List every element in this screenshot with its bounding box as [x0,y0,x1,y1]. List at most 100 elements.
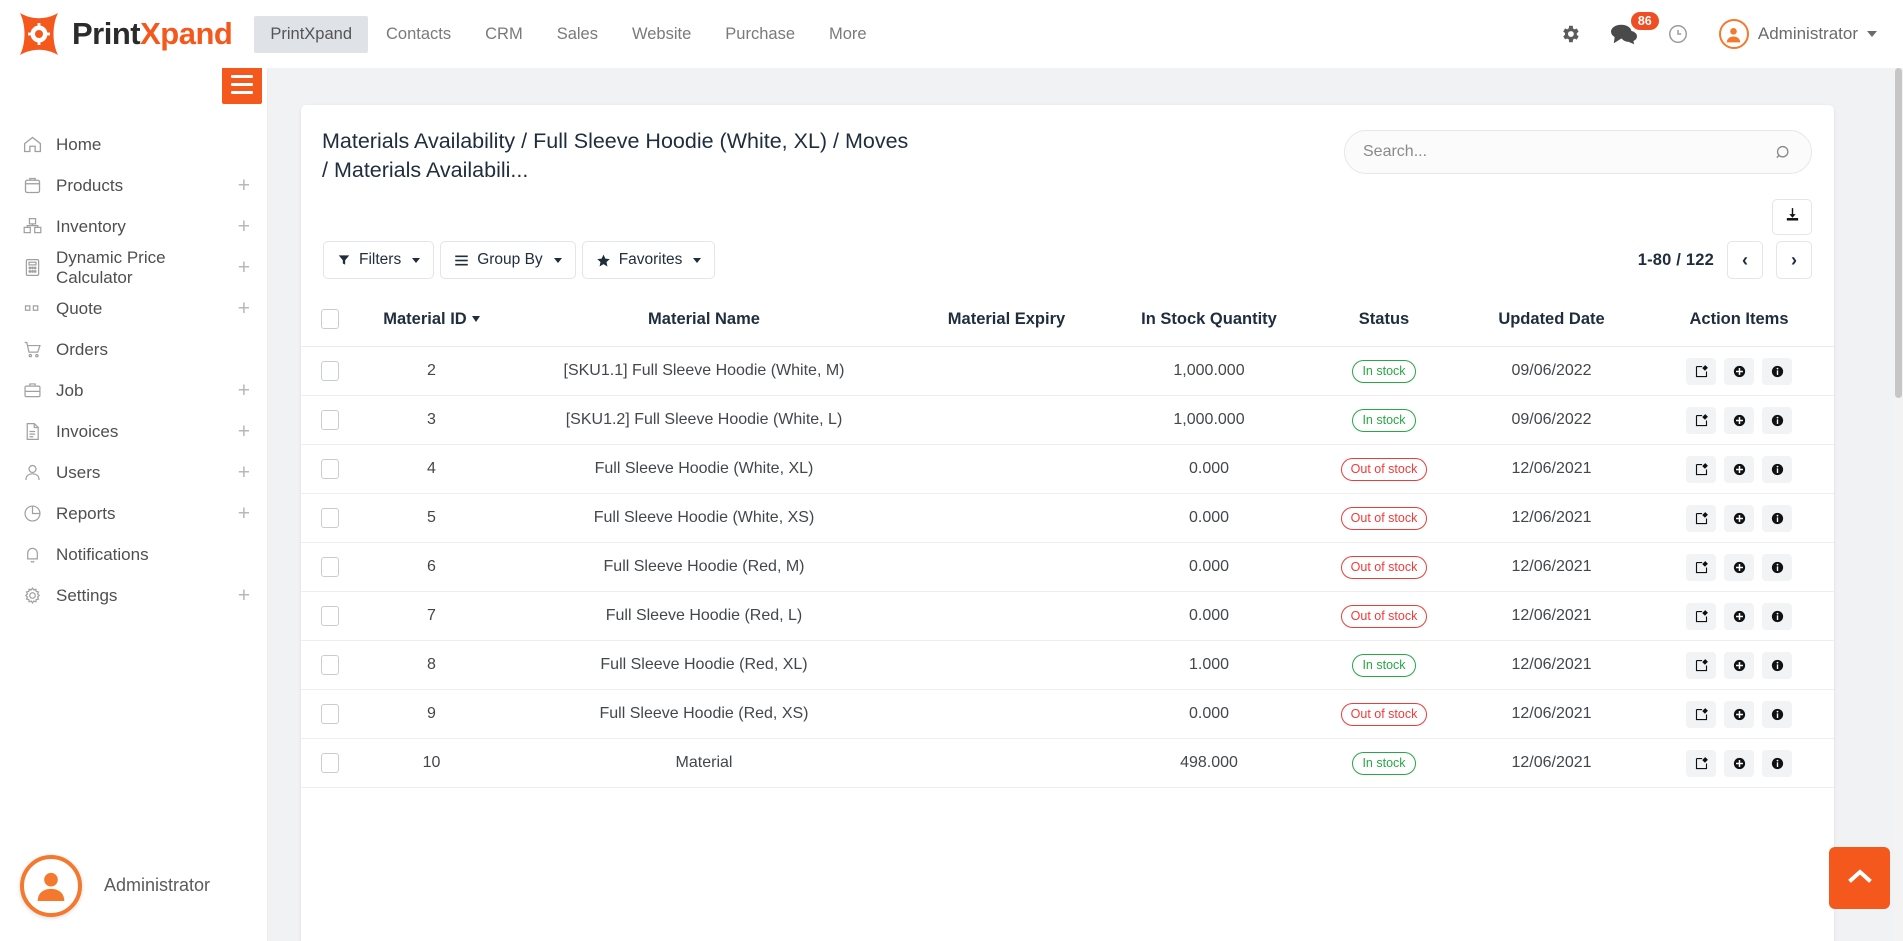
edit-button[interactable] [1686,358,1716,385]
sidebar-expand-icon[interactable]: + [238,257,250,278]
edit-button[interactable] [1686,750,1716,777]
filters-button[interactable]: Filters [323,241,434,279]
row-checkbox[interactable] [321,459,339,479]
info-button[interactable] [1762,456,1792,483]
add-button[interactable] [1724,505,1754,532]
add-button[interactable] [1724,456,1754,483]
messages-button[interactable]: 86 [1611,23,1637,45]
breadcrumb-line-2[interactable]: / Materials Availabili... [322,156,1012,185]
page-scrollbar[interactable] [1894,68,1903,941]
add-button[interactable] [1724,554,1754,581]
sidebar-expand-icon[interactable]: + [238,380,250,401]
sidebar-item-settings[interactable]: Settings + [0,575,268,616]
column-header-in-stock-quantity[interactable]: In Stock Quantity [1109,297,1309,347]
edit-button[interactable] [1686,652,1716,679]
top-nav-item-sales[interactable]: Sales [541,16,614,53]
top-nav-item-crm[interactable]: CRM [469,16,539,53]
sidebar-expand-icon[interactable]: + [238,421,250,442]
table-row[interactable]: 2[SKU1.1] Full Sleeve Hoodie (White, M)1… [301,347,1834,396]
group-by-button[interactable]: Group By [440,241,575,279]
add-button[interactable] [1724,358,1754,385]
info-button[interactable] [1762,701,1792,728]
brand-logo[interactable]: PrintXpand [12,7,232,61]
row-checkbox[interactable] [321,704,339,724]
top-nav-item-purchase[interactable]: Purchase [709,16,811,53]
row-checkbox[interactable] [321,753,339,773]
edit-button[interactable] [1686,456,1716,483]
sidebar-expand-icon[interactable]: + [238,298,250,319]
sidebar-expand-icon[interactable]: + [238,216,250,237]
edit-button[interactable] [1686,407,1716,434]
sidebar-item-home[interactable]: Home [0,124,268,165]
column-header-material-id[interactable]: Material ID [359,297,504,347]
add-button[interactable] [1724,407,1754,434]
sidebar-item-invoices[interactable]: Invoices + [0,411,268,452]
add-button[interactable] [1724,652,1754,679]
sidebar-expand-icon[interactable]: + [238,503,250,524]
column-header-material-expiry[interactable]: Material Expiry [904,297,1109,347]
table-row[interactable]: 7Full Sleeve Hoodie (Red, L)0.000Out of … [301,592,1834,641]
scroll-to-top-button[interactable] [1829,847,1890,909]
add-button[interactable] [1724,701,1754,728]
row-checkbox[interactable] [321,410,339,430]
info-button[interactable] [1762,554,1792,581]
table-row[interactable]: 3[SKU1.2] Full Sleeve Hoodie (White, L)1… [301,396,1834,445]
sidebar-expand-icon[interactable]: + [238,175,250,196]
sidebar-item-quote[interactable]: Quote + [0,288,268,329]
favorites-button[interactable]: Favorites [582,241,716,279]
edit-button[interactable] [1686,701,1716,728]
sidebar-item-reports[interactable]: Reports + [0,493,268,534]
row-checkbox[interactable] [321,508,339,528]
breadcrumb-line-1[interactable]: Materials Availability / Full Sleeve Hoo… [322,127,1012,156]
pagination-next-button[interactable]: › [1776,241,1812,279]
info-button[interactable] [1762,750,1792,777]
sidebar-item-orders[interactable]: Orders [0,329,268,370]
sidebar-toggle-button[interactable] [222,64,262,104]
sidebar-expand-icon[interactable]: + [238,585,250,606]
scrollbar-thumb[interactable] [1895,68,1902,398]
table-row[interactable]: 8Full Sleeve Hoodie (Red, XL)1.000In sto… [301,641,1834,690]
select-all-checkbox[interactable] [321,309,339,329]
sidebar-item-job[interactable]: Job + [0,370,268,411]
info-button[interactable] [1762,652,1792,679]
row-checkbox[interactable] [321,606,339,626]
export-download-button[interactable] [1772,199,1812,235]
sidebar-user[interactable]: Administrator [0,830,268,941]
table-row[interactable]: 10Material498.000In stock12/06/2021 [301,739,1834,788]
sidebar-item-products[interactable]: Products + [0,165,268,206]
search-icon[interactable] [1774,143,1793,162]
table-row[interactable]: 9Full Sleeve Hoodie (Red, XS)0.000Out of… [301,690,1834,739]
add-button[interactable] [1724,603,1754,630]
clock-icon[interactable] [1667,23,1689,45]
top-nav-item-more[interactable]: More [813,16,883,53]
top-nav-item-website[interactable]: Website [616,16,707,53]
table-row[interactable]: 6Full Sleeve Hoodie (Red, M)0.000Out of … [301,543,1834,592]
column-header-updated-date[interactable]: Updated Date [1459,297,1644,347]
pagination-prev-button[interactable]: ‹ [1727,241,1763,279]
sidebar-item-users[interactable]: Users + [0,452,268,493]
edit-button[interactable] [1686,505,1716,532]
info-button[interactable] [1762,407,1792,434]
top-nav-item-printxpand[interactable]: PrintXpand [254,16,368,53]
edit-button[interactable] [1686,603,1716,630]
column-header-status[interactable]: Status [1309,297,1459,347]
gear-icon[interactable] [1559,23,1581,45]
info-button[interactable] [1762,505,1792,532]
sidebar-item-dynamic-price-calculator[interactable]: Dynamic Price Calculator + [0,247,268,288]
search-input[interactable] [1363,143,1774,161]
row-checkbox[interactable] [321,655,339,675]
info-button[interactable] [1762,603,1792,630]
edit-button[interactable] [1686,554,1716,581]
table-row[interactable]: 4Full Sleeve Hoodie (White, XL)0.000Out … [301,445,1834,494]
row-checkbox[interactable] [321,557,339,577]
sidebar-item-inventory[interactable]: Inventory + [0,206,268,247]
user-menu[interactable]: Administrator [1719,19,1877,49]
add-button[interactable] [1724,750,1754,777]
column-header-material-name[interactable]: Material Name [504,297,904,347]
sidebar-item-notifications[interactable]: Notifications [0,534,268,575]
table-row[interactable]: 5Full Sleeve Hoodie (White, XS)0.000Out … [301,494,1834,543]
row-checkbox[interactable] [321,361,339,381]
top-nav-item-contacts[interactable]: Contacts [370,16,467,53]
info-button[interactable] [1762,358,1792,385]
search-box[interactable] [1344,130,1812,174]
